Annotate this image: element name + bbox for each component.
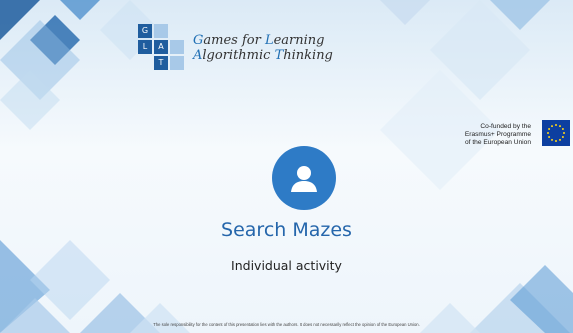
- logo-letter: A: [193, 48, 203, 63]
- logo-cell: [170, 24, 184, 38]
- eu-stars: [547, 124, 565, 142]
- logo-word: ames for: [203, 33, 265, 48]
- eu-line-2: Erasmus+ Programme: [464, 131, 531, 138]
- logo-cell: T: [154, 56, 168, 70]
- eu-disclaimer: The sole responsibility for the content …: [153, 322, 420, 327]
- logo-letter: G: [193, 33, 204, 48]
- logo-cell: [170, 56, 184, 70]
- logo-cell: L: [138, 40, 152, 54]
- eu-flag-icon: [542, 120, 570, 146]
- logo-wordmark: Games for Learning Algorithmic Thinking: [193, 33, 333, 63]
- person-icon: [291, 166, 317, 192]
- slide-subtitle: Individual activity: [231, 258, 342, 273]
- user-avatar-icon: [272, 146, 336, 210]
- logo-line-1: Games for Learning: [193, 33, 333, 48]
- deco-diamond: [60, 0, 100, 20]
- eu-line-3: of the European Union: [465, 139, 531, 146]
- logo-word: lgorithmic: [202, 48, 275, 63]
- logo-cell: [154, 24, 168, 38]
- gla-logo-grid: G L A T: [138, 24, 186, 72]
- logo-word: hinking: [283, 48, 333, 63]
- logo-cell: A: [154, 40, 168, 54]
- logo-line-2: Algorithmic Thinking: [193, 48, 333, 63]
- logo-cell: G: [138, 24, 152, 38]
- eu-cofunding-text: Co-funded by the Erasmus+ Programme of t…: [465, 123, 531, 147]
- logo-cell: [170, 40, 184, 54]
- logo-word: earning: [273, 33, 325, 48]
- logo-cell: [138, 56, 152, 70]
- deco-diamond: [420, 303, 480, 333]
- eu-line-1: Co-funded by the: [480, 123, 531, 130]
- slide-title: Search Mazes: [221, 219, 352, 241]
- logo-letter: T: [274, 48, 284, 63]
- logo-letter: L: [264, 33, 274, 48]
- deco-diamond: [380, 0, 430, 25]
